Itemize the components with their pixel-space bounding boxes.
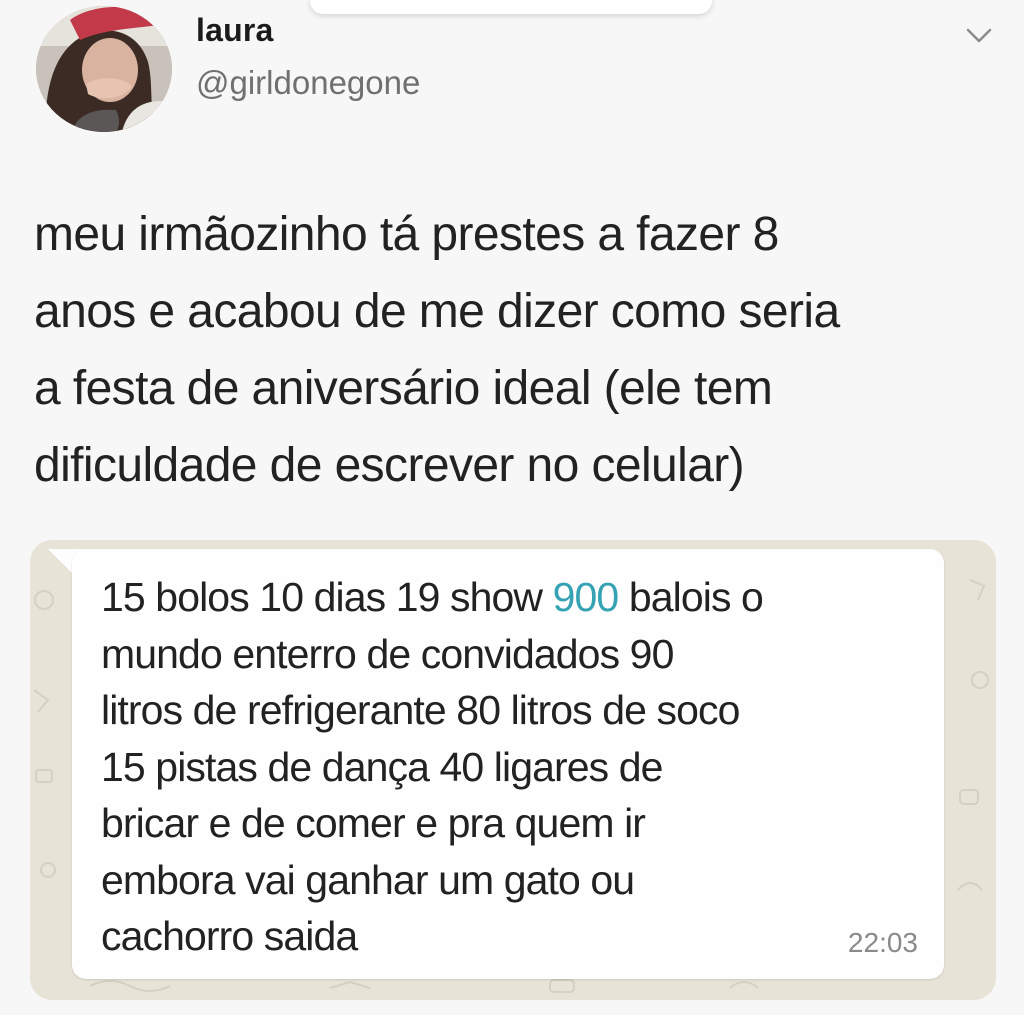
tweet-text-line: meu irmãozinho tá prestes a fazer 8 [34, 208, 779, 261]
tweet-text-line: a festa de aniversário ideal (ele tem [34, 362, 773, 415]
chat-message-line: litros de refrigerante 80 litros de soco [101, 687, 740, 733]
avatar[interactable] [36, 6, 172, 132]
chat-message-line: 15 bolos 10 dias 19 show 900 balois o [101, 569, 916, 626]
message-timestamp: 22:03 [847, 927, 918, 958]
chat-message-line: mundo enterro de convidados 90 [101, 630, 674, 677]
chat-message-line: bricar e de comer e pra quem ir [101, 800, 646, 846]
tweet-text-line: dificuldade de escrever no celular) [34, 439, 745, 492]
tweet-text: meu irmãozinho tá prestes a fazer 8 anos… [34, 196, 994, 504]
chat-message-text: 15 bolos 10 dias 19 show 900 balois o mu… [101, 569, 916, 965]
screenshot-page: laura @girldonegone meu irmãozinho tá pr… [0, 0, 1024, 1015]
chat-message-line: 15 pistas de dança 40 ligares de [101, 743, 663, 790]
detected-number-link[interactable]: 900 [553, 574, 620, 620]
chevron-down-icon[interactable] [962, 22, 996, 48]
top-overlay-pill [310, 0, 712, 14]
tweet-text-line: anos e acabou de me dizer como seria [34, 285, 840, 338]
chat-message-segment: balois o [618, 574, 764, 620]
author-handle[interactable]: @girldonegone [196, 64, 420, 102]
chat-message-line: cachorro saida [101, 913, 358, 959]
author-display-name[interactable]: laura [196, 12, 273, 49]
chat-message-line: embora vai ganhar um gato ou [101, 856, 635, 903]
chat-message-segment: 15 bolos 10 dias 19 show [101, 574, 553, 620]
chat-message-bubble[interactable]: 15 bolos 10 dias 19 show 900 balois o mu… [72, 549, 944, 979]
avatar-photo [36, 6, 172, 132]
